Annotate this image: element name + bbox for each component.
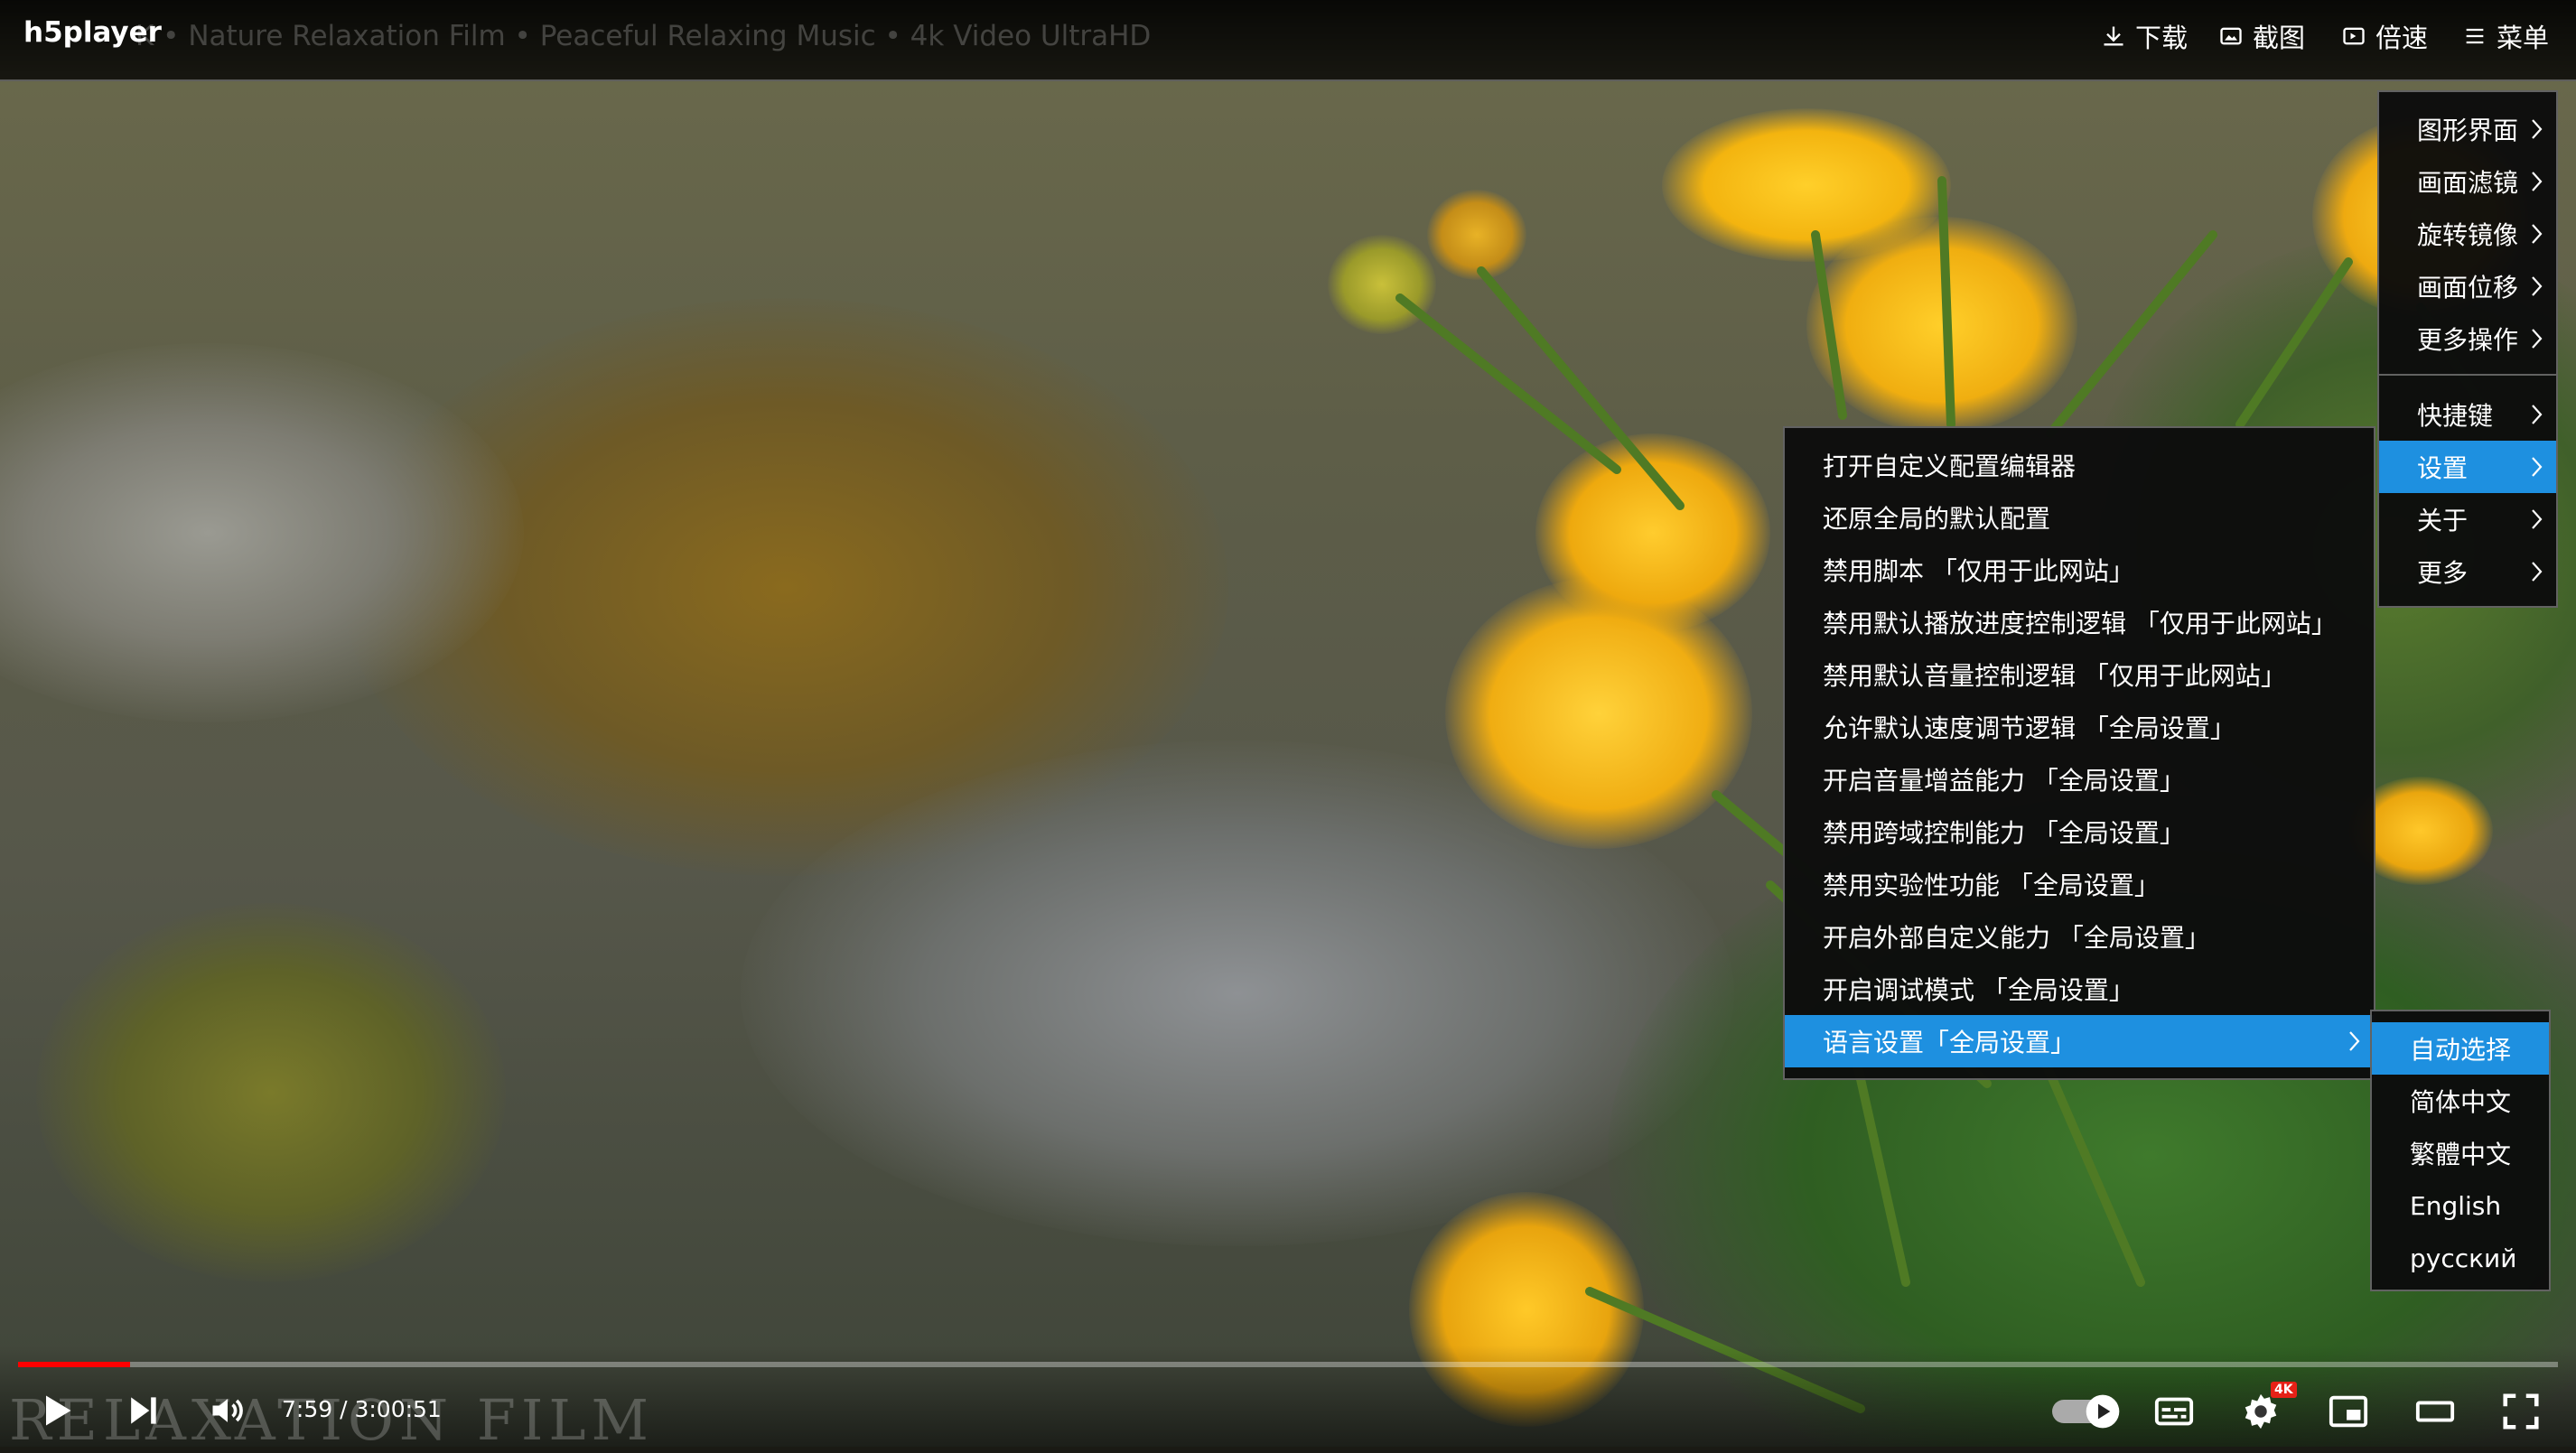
menu-item-label: 更多 [2417, 558, 2469, 588]
menu-item-label: 画面位移 [2417, 273, 2519, 303]
quality-badge: 4K [2271, 1382, 2297, 1398]
settings-item[interactable]: 禁用实验性功能 「全局设置」 [1785, 858, 2374, 910]
menu-item-label: 快捷键 [2417, 401, 2494, 431]
time-display: 7:59 / 3:00:51 [282, 1396, 442, 1422]
speed-label: 倍速 [2375, 23, 2429, 53]
menu-divider [2379, 374, 2556, 376]
chevron-right-icon [2532, 562, 2543, 582]
menu-item-label: 图形界面 [2417, 116, 2519, 145]
theater-icon[interactable] [2413, 1391, 2457, 1432]
autoplay-toggle[interactable] [2052, 1394, 2120, 1429]
menu-item-shortcuts[interactable]: 快捷键 [2379, 388, 2556, 441]
chevron-right-icon [2349, 1031, 2360, 1051]
menu-item-label: 旋转镜像 [2417, 220, 2519, 250]
settings-item-label: 开启音量增益能力 「全局设置」 [1823, 766, 2185, 796]
language-item-russian[interactable]: русский [2372, 1232, 2549, 1284]
progress-played [18, 1362, 130, 1367]
settings-item[interactable]: 开启音量增益能力 「全局设置」 [1785, 753, 2374, 806]
language-item-label: 简体中文 [2410, 1087, 2512, 1117]
autoplay-toggle-icon [2086, 1394, 2120, 1429]
volume-icon[interactable] [208, 1391, 247, 1430]
settings-item-label: 禁用实验性功能 「全局设置」 [1823, 871, 2160, 900]
settings-item-label: 禁用跨域控制能力 「全局设置」 [1823, 818, 2185, 848]
language-item-label: русский [2410, 1243, 2517, 1273]
progress-track[interactable] [18, 1362, 2558, 1367]
chevron-right-icon [2532, 276, 2543, 296]
menu-item-rotate-mirror[interactable]: 旋转镜像 [2379, 208, 2556, 260]
chevron-right-icon [2532, 405, 2543, 424]
settings-item-label: 开启调试模式 「全局设置」 [1823, 975, 2134, 1005]
menu-item-label: 更多操作 [2417, 325, 2519, 355]
menu-item-about[interactable]: 关于 [2379, 493, 2556, 545]
menu-item-label: 设置 [2417, 453, 2469, 483]
settings-item-label: 语言设置「全局设置」 [1823, 1028, 2077, 1057]
menu-item-offset[interactable]: 画面位移 [2379, 260, 2556, 312]
settings-item[interactable]: 禁用默认播放进度控制逻辑 「仅用于此网站」 [1785, 596, 2374, 648]
menu-label: 菜单 [2497, 23, 2550, 53]
download-button[interactable]: 下载 [2101, 18, 2188, 54]
menu-item-label: 画面滤镜 [2417, 168, 2519, 198]
download-label: 下载 [2135, 23, 2189, 53]
settings-item[interactable]: 禁用跨域控制能力 「全局设置」 [1785, 806, 2374, 858]
language-item-zh-hant[interactable]: 繁體中文 [2372, 1127, 2549, 1179]
chevron-right-icon [2532, 457, 2543, 477]
screenshot-label: 截图 [2253, 23, 2306, 53]
settings-item[interactable]: 打开自定义配置编辑器 [1785, 439, 2374, 491]
settings-item[interactable]: 还原全局的默认配置 [1785, 491, 2374, 544]
settings-item-label: 打开自定义配置编辑器 [1823, 452, 2077, 481]
menu-item-more-actions[interactable]: 更多操作 [2379, 312, 2556, 365]
chevron-right-icon [2532, 329, 2543, 349]
settings-item-label: 允许默认速度调节逻辑 「全局设置」 [1823, 713, 2235, 743]
fullscreen-icon[interactable] [2500, 1391, 2542, 1432]
language-item-zh-hans[interactable]: 简体中文 [2372, 1075, 2549, 1127]
main-menu: 图形界面 画面滤镜 旋转镜像 画面位移 更多操作 快捷键 设置 关于 更多 [2377, 90, 2558, 608]
menu-icon [2466, 28, 2484, 44]
menu-item-more[interactable]: 更多 [2379, 545, 2556, 598]
video-title[interactable]: K • Nature Relaxation Film • Peaceful Re… [135, 20, 1151, 52]
download-icon [2104, 26, 2123, 46]
settings-item[interactable]: 禁用默认音量控制逻辑 「仅用于此网站」 [1785, 648, 2374, 701]
settings-submenu: 打开自定义配置编辑器 还原全局的默认配置 禁用脚本 「仅用于此网站」 禁用默认播… [1783, 426, 2375, 1080]
settings-item-label: 还原全局的默认配置 [1823, 504, 2051, 534]
language-item-label: 自动选择 [2410, 1035, 2512, 1065]
menu-item-settings[interactable]: 设置 [2379, 441, 2556, 493]
chevron-right-icon [2532, 224, 2543, 244]
chevron-right-icon [2532, 509, 2543, 529]
language-item-english[interactable]: English [2372, 1179, 2549, 1232]
settings-item[interactable]: 开启调试模式 「全局设置」 [1785, 963, 2374, 1015]
menu-button[interactable]: 菜单 [2462, 18, 2549, 54]
settings-item-label: 禁用默认音量控制逻辑 「仅用于此网站」 [1823, 661, 2286, 691]
miniplayer-icon[interactable] [2327, 1391, 2370, 1432]
speed-button[interactable]: 倍速 [2341, 18, 2428, 54]
settings-item-label: 禁用脚本 「仅用于此网站」 [1823, 556, 2134, 586]
language-item-auto[interactable]: 自动选择 [2372, 1022, 2549, 1075]
top-bar: h5player K • Nature Relaxation Film • Pe… [0, 0, 2576, 81]
chevron-right-icon [2532, 172, 2543, 191]
settings-item[interactable]: 开启外部自定义能力 「全局设置」 [1785, 910, 2374, 963]
screenshot-icon [2220, 27, 2242, 45]
screenshot-button[interactable]: 截图 [2218, 18, 2305, 54]
language-item-label: 繁體中文 [2410, 1140, 2512, 1169]
language-item-label: English [2410, 1190, 2502, 1221]
settings-item[interactable]: 允许默认速度调节逻辑 「全局设置」 [1785, 701, 2374, 753]
menu-item-label: 关于 [2417, 506, 2469, 536]
play-icon[interactable] [36, 1391, 76, 1430]
menu-item-filters[interactable]: 画面滤镜 [2379, 155, 2556, 208]
speed-icon [2343, 27, 2365, 45]
chevron-right-icon [2532, 119, 2543, 139]
subtitles-icon[interactable] [2153, 1391, 2195, 1432]
language-submenu: 自动选择 简体中文 繁體中文 English русский [2370, 1010, 2551, 1291]
next-icon[interactable] [123, 1391, 163, 1430]
settings-item-label: 禁用默认播放进度控制逻辑 「仅用于此网站」 [1823, 609, 2337, 638]
settings-item[interactable]: 禁用脚本 「仅用于此网站」 [1785, 544, 2374, 596]
settings-item-label: 开启外部自定义能力 「全局设置」 [1823, 923, 2210, 953]
menu-item-graphics[interactable]: 图形界面 [2379, 103, 2556, 155]
settings-item-language[interactable]: 语言设置「全局设置」 [1785, 1015, 2374, 1067]
